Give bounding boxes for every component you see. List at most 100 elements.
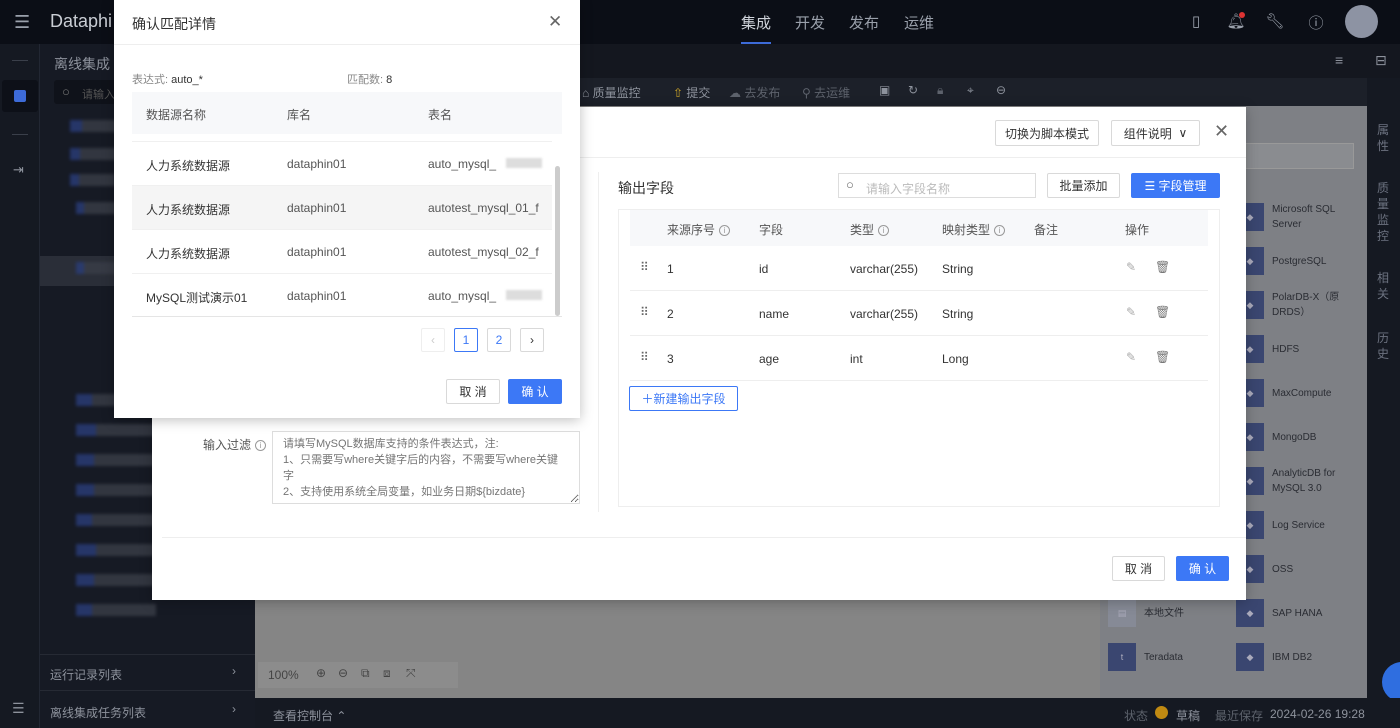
field-search-input[interactable]: ○ 请输入字段名称 [838,173,1036,198]
delete-icon[interactable]: 🗑︎ [1155,305,1170,319]
component-item[interactable]: ◆ Log Service [1236,511,1366,551]
battery-icon[interactable]: ▯ [1186,12,1206,32]
batch-add-button[interactable]: 批量添加 [1047,173,1120,198]
submit-button[interactable]: ⇧ 提交 [673,84,710,101]
tree-item[interactable] [76,262,116,274]
state-label: 状态 [1124,709,1149,723]
zoom-out-icon[interactable]: ⊖ [338,666,348,680]
info-icon: i [719,225,731,237]
tree-item[interactable] [76,604,156,616]
cancel-button[interactable]: 取 消 [446,379,500,404]
integration-rail-button[interactable] [2,80,38,112]
tree-item[interactable] [76,514,156,526]
import-icon[interactable]: ⇥ [13,162,24,178]
collapse-icon[interactable]: ☰ [12,700,25,717]
edit-icon[interactable]: ✎ [1126,350,1136,364]
tree-item[interactable] [70,148,120,160]
match-details-modal: 确认匹配详情 ✕ 表达式: auto_* 匹配数: 8 数据源名称 库名 表名 人力系… [114,0,580,418]
nav-integration[interactable]: 集成 [741,12,772,44]
column-header: 数据源名称 [146,108,207,122]
confirm-button[interactable]: 确 认 [508,379,562,404]
nav-develop[interactable]: 开发 [795,12,825,33]
tab-quality-monitor[interactable]: 质量监控 [1376,180,1390,244]
layout-icon[interactable]: ⊟ [1375,52,1387,69]
zoom-in-icon[interactable]: ⊕ [316,666,326,680]
drag-handle-icon[interactable]: ⠿ [640,350,649,364]
fit-icon[interactable]: ⧉ [361,666,370,681]
scrollbar[interactable] [555,166,560,316]
teradata-icon: t [1108,643,1136,671]
component-item[interactable]: ◆ Microsoft SQL Server [1236,203,1366,243]
nav-publish[interactable]: 发布 [849,12,879,33]
refresh-icon[interactable]: ↻ [908,83,918,97]
confirm-button[interactable]: 确 认 [1176,556,1229,581]
tree-item[interactable] [70,174,115,186]
terminal-icon[interactable]: ▣ [879,83,890,97]
delete-icon[interactable]: 🗑︎ [1155,350,1170,364]
prev-page-button[interactable]: ‹ [421,328,445,352]
operations-button[interactable]: ⚲ 去运维 [802,84,850,101]
table-row[interactable]: 人力系统数据源 dataphin01 auto_mysql_ [132,141,552,185]
component-item[interactable]: ◆ PostgreSQL [1236,247,1366,287]
page-2[interactable]: 2 [487,328,511,352]
cancel-button[interactable]: 取 消 [1112,556,1165,581]
publish-button[interactable]: ☁ 去发布 [729,84,780,101]
bell-icon[interactable]: 🔔︎ [1226,12,1246,32]
chevron-right-icon: › [232,664,236,678]
run-records-label: 运行记录列表 [50,668,123,682]
search-icon: ○ [846,177,854,192]
next-page-button[interactable]: › [520,328,544,352]
component-item[interactable]: ◆ AnalyticDB for MySQL 3.0 [1236,467,1366,507]
fullscreen-icon[interactable]: ⤧ [406,666,416,681]
close-icon[interactable]: ✕ [1214,121,1229,142]
edit-icon[interactable]: ✎ [1126,260,1136,274]
tree-item[interactable] [76,202,116,214]
output-fields-title: 输出字段 [618,180,674,196]
quality-monitor-button[interactable]: ⌂ 质量监控 [582,84,641,101]
lock-icon[interactable]: 🔒︎ [937,83,943,98]
component-search[interactable] [1240,143,1354,169]
menu-icon[interactable]: ☰ [14,12,30,33]
list-icon[interactable]: ≡ [1335,52,1343,68]
help-icon[interactable]: ⓘ [1306,12,1326,32]
nav-operations[interactable]: 运维 [904,12,934,33]
view-console-button[interactable]: 查看控制台 ⌃ [273,707,346,724]
new-output-field-button[interactable]: ＋ 新建输出字段 [629,386,738,411]
table-row[interactable]: 人力系统数据源 dataphin01 autotest_mysql_01_f [132,185,552,229]
wrench-icon[interactable]: 🔧︎ [1265,12,1285,32]
tab-related[interactable]: 相关 [1376,270,1390,302]
component-item[interactable]: ▤ 本地文件 [1108,599,1238,639]
component-item[interactable]: ◆ MaxCompute [1236,379,1366,419]
component-item[interactable]: ◆ PolarDB-X（原DRDS） [1236,291,1366,331]
component-item[interactable]: ◆ OSS [1236,555,1366,595]
delete-icon[interactable]: 🗑︎ [1155,260,1170,274]
drag-handle-icon[interactable]: ⠿ [640,260,649,274]
field-manage-button[interactable]: ☰ 字段管理 [1131,173,1220,198]
page-1[interactable]: 1 [454,328,478,352]
run-records-item[interactable]: 运行记录列表 › [40,656,255,690]
location-icon[interactable]: ⌖ [967,83,974,98]
more-icon[interactable]: ⊖ [996,83,1006,97]
redacted [506,158,542,168]
filter-textarea[interactable] [272,431,580,504]
component-item[interactable]: t Teradata [1108,643,1238,683]
ibm-icon: ◆ [1236,643,1264,671]
avatar[interactable] [1345,5,1378,38]
edit-icon[interactable]: ✎ [1126,305,1136,319]
table-row[interactable]: MySQL测试演示01 dataphin01 auto_mysql_ [132,273,552,317]
switch-script-mode-button[interactable]: 切换为脚本模式 [995,120,1099,146]
close-icon[interactable]: ✕ [548,12,562,32]
layout-icon[interactable]: ⧈ [383,666,391,681]
component-item[interactable]: ◆ MongoDB [1236,423,1366,463]
component-item[interactable]: ◆ IBM DB2 [1236,643,1366,683]
expression-text: 表达式: auto_* [132,74,203,86]
chevron-down-icon: ∨ [1178,126,1188,140]
component-item[interactable]: ◆ HDFS [1236,335,1366,375]
drag-handle-icon[interactable]: ⠿ [640,305,649,319]
component-item[interactable]: ◆ SAP HANA [1236,599,1366,639]
component-doc-button[interactable]: 组件说明 ∨ [1111,120,1200,146]
table-row[interactable]: 人力系统数据源 dataphin01 autotest_mysql_02_f [132,229,552,273]
tab-history[interactable]: 历史 [1376,330,1390,362]
task-list-item[interactable]: 离线集成任务列表 › [40,694,255,728]
tab-properties[interactable]: 属性 [1376,122,1390,154]
